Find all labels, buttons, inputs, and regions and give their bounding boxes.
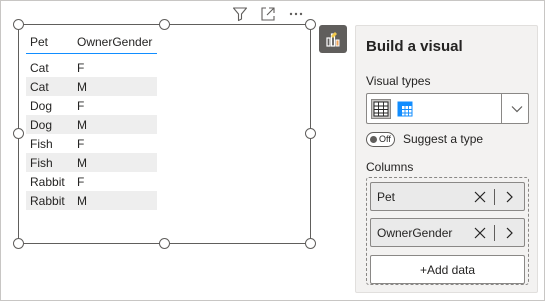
dropdown-divider	[501, 94, 502, 123]
table-cell: F	[77, 98, 85, 113]
table-row[interactable]: Cat M	[26, 77, 157, 96]
table-row[interactable]: Rabbit F	[26, 172, 157, 191]
column-header-ownergender[interactable]: OwnerGender	[73, 31, 157, 54]
table-cell: Cat	[26, 77, 73, 96]
table-cell: Rabbit	[26, 191, 73, 210]
table-cell: Rabbit	[30, 174, 65, 189]
build-visual-pane: Build a visual Visual types Off Suggest …	[355, 25, 538, 293]
visual-types-label: Visual types	[366, 74, 431, 88]
suggest-type-toggle[interactable]: Off	[366, 132, 395, 147]
table-cell: Fish	[30, 136, 53, 151]
filter-icon[interactable]	[231, 5, 249, 23]
pane-title: Build a visual	[366, 38, 463, 55]
table-row[interactable]: Rabbit M	[26, 191, 157, 210]
columns-well: Pet OwnerGender +Add data	[366, 177, 529, 285]
table-cell: F	[77, 174, 85, 189]
table-cell: M	[73, 153, 157, 172]
resize-handle-bottom-left[interactable]	[13, 238, 24, 249]
resize-handle-left[interactable]	[13, 128, 24, 139]
table-visual-icon[interactable]	[371, 99, 391, 119]
resize-handle-right[interactable]	[305, 128, 316, 139]
field-label: Pet	[377, 190, 396, 204]
table-cell: M	[73, 191, 157, 210]
resize-handle-bottom-right[interactable]	[305, 238, 316, 249]
table-cell: Cat	[30, 60, 49, 75]
table-row[interactable]: Cat F	[26, 53, 157, 77]
columns-label: Columns	[366, 160, 414, 174]
build-visual-toggle-button[interactable]	[319, 25, 347, 53]
table-visual[interactable]: Pet OwnerGender Cat F Cat M Dog F Dog M …	[18, 24, 311, 244]
add-data-button[interactable]: +Add data	[370, 255, 525, 284]
field-pill-ownergender[interactable]: OwnerGender	[370, 218, 525, 247]
report-canvas: Pet OwnerGender Cat F Cat M Dog F Dog M …	[0, 0, 545, 301]
table-cell: Fish	[26, 153, 73, 172]
field-pill-pet[interactable]: Pet	[370, 182, 525, 211]
build-visual-icon	[326, 32, 340, 47]
field-divider	[494, 189, 495, 205]
matrix-visual-icon[interactable]	[395, 99, 415, 119]
more-options-icon[interactable]	[287, 5, 305, 23]
table-cell: F	[77, 60, 85, 75]
field-divider	[494, 225, 495, 241]
toggle-state-text: Off	[379, 134, 391, 144]
column-header-pet[interactable]: Pet	[26, 31, 73, 54]
table-row[interactable]: Dog M	[26, 115, 157, 134]
table-cell: F	[77, 136, 85, 151]
resize-handle-bottom[interactable]	[159, 238, 170, 249]
chevron-right-icon[interactable]	[503, 190, 515, 204]
close-icon[interactable]	[473, 226, 487, 240]
close-icon[interactable]	[473, 190, 487, 204]
focus-mode-icon[interactable]	[259, 5, 277, 23]
table-cell: Dog	[26, 115, 73, 134]
table-cell: M	[73, 77, 157, 96]
suggest-type-label: Suggest a type	[403, 132, 484, 146]
table-row[interactable]: Dog F	[26, 96, 157, 115]
visual-header-toolbar	[231, 5, 305, 23]
table-cell: Dog	[30, 98, 53, 113]
resize-handle-top-right[interactable]	[305, 19, 316, 30]
field-label: OwnerGender	[377, 226, 453, 240]
resize-handle-top[interactable]	[159, 19, 170, 30]
data-table: Pet OwnerGender Cat F Cat M Dog F Dog M …	[26, 31, 157, 210]
resize-handle-top-left[interactable]	[13, 19, 24, 30]
table-row[interactable]: Fish M	[26, 153, 157, 172]
toggle-knob	[370, 136, 377, 143]
chevron-right-icon[interactable]	[503, 226, 515, 240]
table-cell: M	[73, 115, 157, 134]
table-row[interactable]: Fish F	[26, 134, 157, 153]
table-header-row: Pet OwnerGender	[26, 31, 157, 54]
visual-types-dropdown[interactable]	[366, 93, 529, 124]
chevron-down-icon[interactable]	[510, 102, 524, 116]
